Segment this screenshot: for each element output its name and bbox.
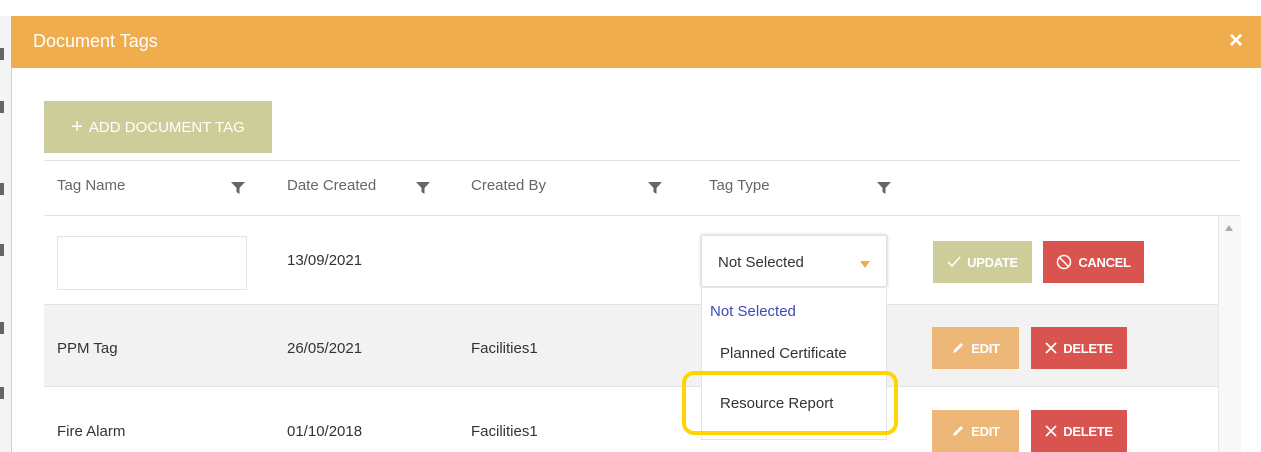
- date-created-cell: 01/10/2018: [287, 423, 363, 440]
- date-created-cell: 26/05/2021: [287, 340, 363, 357]
- add-document-tag-label: ADD DOCUMENT TAG: [88, 118, 245, 136]
- tag-type-select[interactable]: Not Selected: [701, 235, 887, 287]
- date-created-cell: 13/09/2021: [287, 252, 363, 269]
- edit-label: EDIT: [971, 340, 1000, 356]
- add-document-tag-button[interactable]: + ADD DOCUMENT TAG: [44, 101, 272, 153]
- background-mark: [0, 322, 4, 334]
- close-icon: [1045, 342, 1057, 354]
- delete-label: DELETE: [1063, 423, 1113, 439]
- delete-button[interactable]: DELETE: [1031, 327, 1127, 369]
- created-by-cell: Facilities1: [471, 423, 538, 440]
- annotation-highlight: [682, 371, 898, 435]
- scroll-up-icon[interactable]: [1225, 225, 1233, 231]
- divider: [44, 386, 1240, 387]
- plus-icon: +: [71, 115, 83, 138]
- update-button[interactable]: UPDATE: [933, 241, 1032, 283]
- filter-icon[interactable]: [231, 181, 245, 195]
- tag-type-selected-value: Not Selected: [718, 254, 804, 271]
- tag-name-cell: Fire Alarm: [57, 423, 126, 440]
- column-header-tag-name[interactable]: Tag Name: [57, 177, 125, 194]
- filter-icon[interactable]: [648, 181, 662, 195]
- cancel-label: CANCEL: [1078, 254, 1131, 270]
- background-mark: [0, 101, 4, 113]
- filter-icon[interactable]: [877, 181, 891, 195]
- close-icon[interactable]: ×: [1229, 27, 1243, 55]
- option-planned-certificate[interactable]: Planned Certificate: [720, 345, 906, 362]
- cancel-button[interactable]: CANCEL: [1043, 241, 1144, 283]
- column-header-tag-type[interactable]: Tag Type: [709, 177, 770, 194]
- column-header-created-by[interactable]: Created By: [471, 177, 546, 194]
- option-not-selected[interactable]: Not Selected: [710, 303, 896, 320]
- created-by-cell: Facilities1: [471, 340, 538, 357]
- column-header-date-created[interactable]: Date Created: [287, 177, 376, 194]
- dialog-title: Document Tags: [33, 31, 158, 51]
- background-mark: [0, 387, 4, 399]
- background-mark: [0, 183, 4, 195]
- scrollbar[interactable]: [1218, 216, 1241, 452]
- close-icon: [1045, 425, 1057, 437]
- edit-button[interactable]: EDIT: [932, 327, 1019, 369]
- background-page-top: [0, 0, 1261, 16]
- filter-icon[interactable]: [416, 181, 430, 195]
- update-label: UPDATE: [967, 254, 1018, 270]
- divider: [44, 160, 1240, 161]
- pencil-icon: [953, 343, 964, 353]
- check-icon: [947, 256, 961, 268]
- background-mark: [0, 48, 4, 60]
- dialog-header: Document Tags ×: [11, 16, 1261, 68]
- delete-button[interactable]: DELETE: [1031, 410, 1127, 452]
- edit-button[interactable]: EDIT: [932, 410, 1019, 452]
- ban-icon: [1057, 254, 1072, 270]
- pencil-icon: [953, 426, 964, 436]
- background-mark: [0, 244, 4, 256]
- tag-name-cell: PPM Tag: [57, 340, 118, 357]
- tag-name-input[interactable]: [57, 236, 247, 290]
- caret-down-icon: [860, 261, 870, 268]
- delete-label: DELETE: [1063, 340, 1113, 356]
- edit-label: EDIT: [971, 423, 1000, 439]
